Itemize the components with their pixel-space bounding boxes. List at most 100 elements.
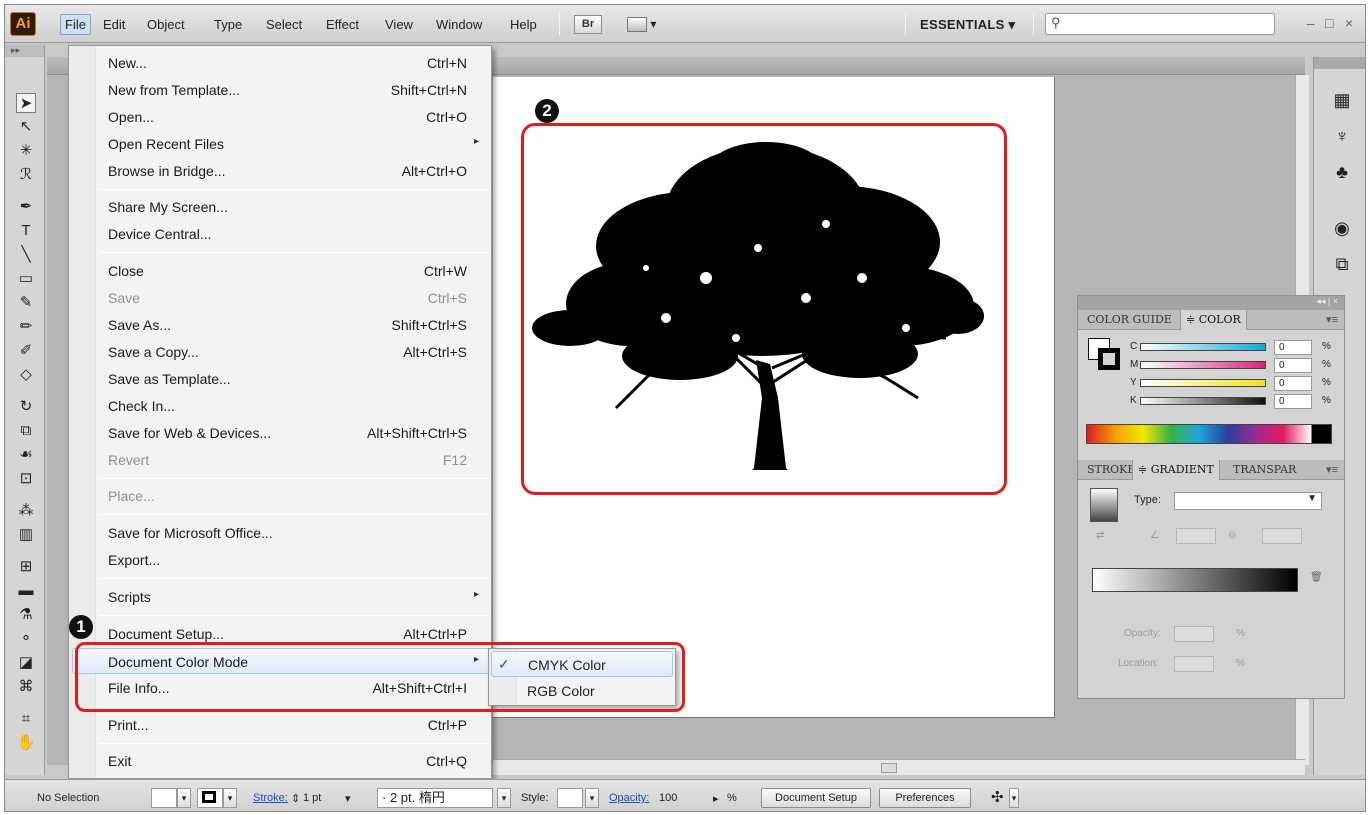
scrollbar-thumb[interactable] — [881, 763, 897, 773]
stroke-swatch[interactable] — [1098, 348, 1120, 370]
pencil-tool-icon[interactable]: ✏ — [16, 317, 36, 337]
menu-item-close[interactable]: Close Ctrl+W — [69, 258, 493, 284]
tab-color[interactable]: ≑ COLOR — [1180, 310, 1247, 330]
magic-wand-tool-icon[interactable]: ✳ — [16, 141, 36, 161]
aspect-ratio-input[interactable] — [1262, 528, 1302, 544]
eyedropper-tool-icon[interactable]: ⚗ — [16, 605, 36, 625]
stroke-weight-value[interactable]: 1 pt — [303, 792, 321, 804]
swatches-panel-icon[interactable]: ▦ — [1331, 89, 1353, 111]
chevron-down-icon[interactable]: ▾ — [585, 788, 599, 808]
opacity-label[interactable]: Opacity: — [609, 792, 649, 804]
menu-item-save-copy[interactable]: Save a Copy... Alt+Ctrl+S — [69, 339, 493, 365]
location-input[interactable] — [1174, 656, 1214, 672]
bridge-button[interactable]: Br — [574, 15, 602, 34]
cyan-slider[interactable] — [1140, 343, 1266, 351]
gradient-tool-icon[interactable]: ▬ — [16, 581, 36, 601]
stroke-color-picker[interactable] — [197, 788, 223, 808]
maximize-button[interactable]: □ — [1325, 15, 1333, 31]
chevron-down-icon[interactable]: ▾ — [497, 788, 511, 808]
magenta-slider[interactable] — [1140, 361, 1266, 369]
rotate-tool-icon[interactable]: ↻ — [16, 397, 36, 417]
menu-help[interactable]: Help — [510, 17, 537, 32]
document-setup-button[interactable]: Document Setup — [761, 788, 871, 808]
angle-input[interactable] — [1176, 528, 1216, 544]
rectangle-tool-icon[interactable]: ▭ — [16, 269, 36, 289]
chevron-right-icon[interactable]: ▸ — [713, 792, 719, 805]
brushes-panel-icon[interactable]: ♆ — [1331, 125, 1353, 147]
panel-menu-icon[interactable]: ▾≡ — [1326, 463, 1338, 476]
menu-file[interactable]: File — [60, 14, 91, 35]
selection-tool-icon[interactable]: ➤ — [16, 93, 36, 113]
magenta-value[interactable]: 0 — [1274, 358, 1312, 373]
chevron-down-icon[interactable]: ▾ — [1009, 788, 1019, 808]
menu-item-check-in[interactable]: Check In... — [69, 393, 493, 419]
stroke-label[interactable]: Stroke: — [253, 792, 288, 804]
chevron-down-icon[interactable]: ▾ — [177, 788, 191, 808]
black-slider-row[interactable]: K 0 % — [1130, 394, 1342, 410]
search-input[interactable]: ⚲ — [1045, 13, 1275, 35]
menu-item-place[interactable]: Place... — [69, 483, 493, 509]
mesh-tool-icon[interactable]: ⊞ — [16, 557, 36, 577]
menu-item-save[interactable]: Save Ctrl+S — [69, 285, 493, 311]
symbols-panel-icon[interactable]: ♣ — [1331, 161, 1353, 183]
fill-color-picker[interactable] — [151, 788, 177, 808]
menu-view[interactable]: View — [385, 17, 413, 32]
panel-controls[interactable]: ◂◂ | × — [1078, 296, 1344, 310]
select-similar-icon[interactable]: ✣ — [991, 788, 1004, 806]
menu-item-save-as[interactable]: Save As... Shift+Ctrl+S — [69, 312, 493, 338]
menu-item-new[interactable]: New... Ctrl+N — [69, 50, 493, 76]
hand-tool-icon[interactable]: ✋ — [16, 733, 36, 753]
menu-item-browse-bridge[interactable]: Browse in Bridge... Alt+Ctrl+O — [69, 158, 493, 184]
graphic-style-picker[interactable] — [557, 788, 583, 808]
scale-tool-icon[interactable]: ⧉ — [16, 421, 36, 441]
blend-tool-icon[interactable]: ⚬ — [16, 629, 36, 649]
panel-dock-collapse-icon[interactable] — [1314, 57, 1365, 69]
menu-item-export[interactable]: Export... — [69, 547, 493, 573]
reverse-gradient-icon[interactable]: ⇄ — [1096, 530, 1104, 541]
opacity-value[interactable]: 100 — [659, 792, 677, 804]
close-button[interactable]: × — [1345, 15, 1353, 31]
panel-menu-icon[interactable]: ▾≡ — [1326, 313, 1338, 326]
menu-item-scripts[interactable]: Scripts ▸ — [69, 584, 493, 610]
blob-brush-tool-icon[interactable]: ✐ — [16, 341, 36, 361]
pen-tool-icon[interactable]: ✒ — [16, 197, 36, 217]
tab-gradient[interactable]: ≑ GRADIENT — [1132, 460, 1220, 480]
black-value[interactable]: 0 — [1274, 394, 1312, 409]
chevron-down-icon[interactable]: ▾ — [345, 792, 351, 805]
arrange-documents-button[interactable]: ▾ — [627, 15, 665, 34]
menu-item-save-for-web[interactable]: Save for Web & Devices... Alt+Shift+Ctrl+… — [69, 420, 493, 446]
menu-effect[interactable]: Effect — [326, 17, 359, 32]
lasso-tool-icon[interactable]: ℛ — [16, 165, 36, 185]
menu-item-share-screen[interactable]: Share My Screen... — [69, 194, 493, 220]
preferences-button[interactable]: Preferences — [879, 788, 971, 808]
color-spectrum[interactable] — [1086, 424, 1332, 444]
menu-item-save-ms-office[interactable]: Save for Microsoft Office... — [69, 520, 493, 546]
black-slider[interactable] — [1140, 397, 1266, 405]
chevron-down-icon[interactable]: ▾ — [223, 788, 237, 808]
menu-edit[interactable]: Edit — [103, 17, 125, 32]
column-graph-tool-icon[interactable]: ▥ — [16, 525, 36, 545]
symbol-sprayer-tool-icon[interactable]: ⁂ — [16, 501, 36, 521]
type-tool-icon[interactable]: T — [16, 221, 36, 241]
menu-window[interactable]: Window — [436, 17, 482, 32]
gradient-slider[interactable] — [1092, 568, 1298, 592]
appearance-panel-icon[interactable]: ◉ — [1331, 217, 1353, 239]
gradient-swatch[interactable] — [1090, 488, 1118, 522]
menu-type[interactable]: Type — [214, 17, 242, 32]
horizontal-scrollbar[interactable] — [493, 759, 1305, 775]
direct-selection-tool-icon[interactable]: ↖ — [16, 117, 36, 137]
live-paint-tool-icon[interactable]: ◪ — [16, 653, 36, 673]
cyan-slider-row[interactable]: C 0 % — [1130, 340, 1342, 356]
menu-item-open[interactable]: Open... Ctrl+O — [69, 104, 493, 130]
menu-item-new-from-template[interactable]: New from Template... Shift+Ctrl+N — [69, 77, 493, 103]
slice-tool-icon[interactable]: ⌘ — [16, 677, 36, 697]
yellow-value[interactable]: 0 — [1274, 376, 1312, 391]
tab-color-guide[interactable]: COLOR GUIDE — [1082, 310, 1177, 330]
line-tool-icon[interactable]: ╲ — [16, 245, 36, 265]
artboard-tool-icon[interactable]: ⌗ — [16, 709, 36, 729]
warp-tool-icon[interactable]: ☙ — [16, 445, 36, 465]
trash-icon[interactable]: 🗑 — [1310, 572, 1323, 583]
tab-transparency[interactable]: TRANSPAR — [1228, 460, 1301, 480]
minimize-button[interactable]: – — [1307, 15, 1315, 31]
cyan-value[interactable]: 0 — [1274, 340, 1312, 355]
